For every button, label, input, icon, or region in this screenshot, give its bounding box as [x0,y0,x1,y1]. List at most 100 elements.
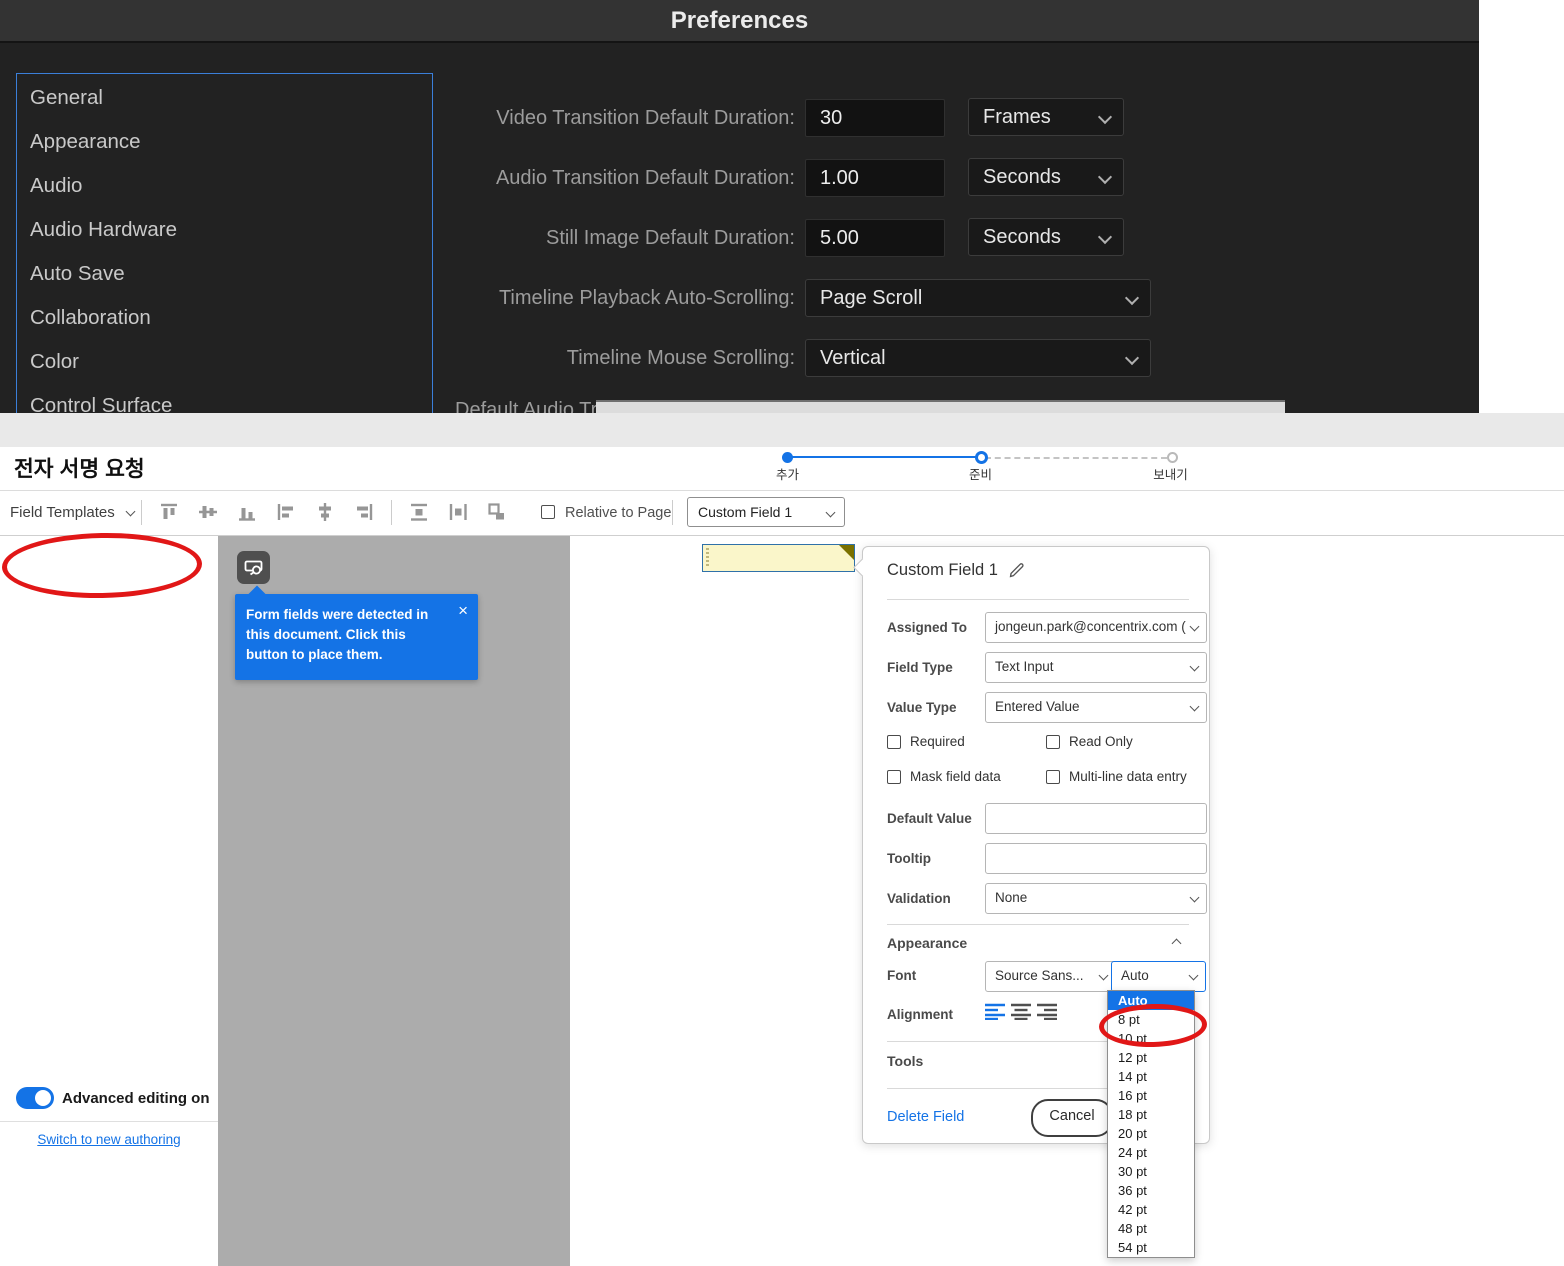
stepper-line-done [791,456,977,458]
font-size-option[interactable]: 8 pt [1108,1010,1194,1029]
mask-field-checkbox[interactable] [887,769,901,784]
align-bottom-icon[interactable] [236,501,258,523]
chevron-down-icon [1097,109,1113,125]
font-size-option[interactable]: 48 pt [1108,1219,1194,1238]
chevron-down-icon [125,506,136,517]
switch-authoring-link[interactable]: Switch to new authoring [0,1132,218,1147]
audio-transition-value-input[interactable]: 1.00 [805,159,945,197]
still-image-unit-value: Seconds [983,226,1061,248]
align-text-center-icon[interactable] [1011,1003,1031,1020]
custom-field-placed[interactable] [702,544,855,572]
video-transition-label: Video Transition Default Duration: [496,107,795,129]
match-size-icon[interactable] [486,501,508,523]
align-left-icon[interactable] [275,501,297,523]
font-size-option[interactable]: 42 pt [1108,1200,1194,1219]
value-type-select[interactable]: Entered Value [985,692,1207,723]
step-dot-send [1167,452,1178,463]
video-transition-value-input[interactable]: 30 [805,99,945,137]
field-type-value: Text Input [995,659,1054,674]
screenshot-root: Preferences General Appearance Audio Aud… [0,0,1564,1266]
still-image-unit-select[interactable]: Seconds [968,218,1124,256]
field-corner-marker [839,545,854,560]
tooltip-text: Form fields were detected in this docume… [246,607,429,662]
font-size-option[interactable]: 18 pt [1108,1105,1194,1124]
font-size-option[interactable]: 54 pt [1108,1238,1194,1257]
chevron-down-icon [1097,169,1113,185]
advanced-editing-toggle[interactable] [16,1087,54,1109]
drag-handle[interactable] [706,548,709,568]
font-size-option[interactable]: 36 pt [1108,1181,1194,1200]
assigned-to-select[interactable]: jongeun.park@concentrix.com ( [985,612,1207,643]
tooltip-input[interactable] [985,843,1207,874]
distribute-horizontal-icon[interactable] [408,501,430,523]
value-type-label: Value Type [887,700,957,715]
prefs-category-control-surface[interactable]: Control Surface [17,384,432,413]
font-size-option[interactable]: 12 pt [1108,1048,1194,1067]
validation-select[interactable]: None [985,883,1207,914]
read-only-label: Read Only [1069,734,1133,749]
step-label-add: 추가 [775,468,799,482]
font-size-select[interactable]: Auto [1111,961,1206,992]
required-checkbox[interactable] [887,734,901,749]
chevron-up-icon[interactable] [1171,938,1182,949]
cancel-button[interactable]: Cancel [1031,1099,1113,1137]
detect-fields-button[interactable] [237,551,270,584]
read-only-checkbox[interactable] [1046,734,1060,749]
assigned-to-label: Assigned To [887,620,968,635]
tools-section-label[interactable]: Tools [887,1053,923,1069]
delete-field-link[interactable]: Delete Field [887,1109,964,1125]
align-right-icon[interactable] [353,501,375,523]
timeline-mouse-select[interactable]: Vertical [805,339,1151,377]
chevron-down-icon [1189,661,1200,672]
audio-transition-unit-value: Seconds [983,166,1061,188]
font-size-option[interactable]: 16 pt [1108,1086,1194,1105]
divider [887,924,1189,925]
preferences-title: Preferences [0,0,1479,43]
still-image-value-input[interactable]: 5.00 [805,219,945,257]
mask-field-label: Mask field data [910,769,1001,784]
required-label: Required [910,734,965,749]
align-text-right-icon[interactable] [1037,1003,1057,1020]
appearance-section-label[interactable]: Appearance [887,935,967,951]
timeline-mouse-value: Vertical [820,347,886,369]
chevron-down-icon [1188,970,1199,981]
font-size-value: Auto [1121,968,1149,983]
font-size-option[interactable]: 24 pt [1108,1143,1194,1162]
tooltip-field-label: Tooltip [887,851,931,866]
multiline-checkbox[interactable] [1046,769,1060,784]
relative-to-page-checkbox[interactable] [541,505,555,519]
field-type-select[interactable]: Text Input [985,652,1207,683]
align-top-icon[interactable] [158,501,180,523]
panel-title: Custom Field 1 [887,561,998,579]
align-text-left-icon[interactable] [985,1003,1005,1020]
font-size-option[interactable]: 30 pt [1108,1162,1194,1181]
edit-pencil-icon[interactable] [1008,562,1025,579]
video-transition-unit-select[interactable]: Frames [968,98,1124,136]
still-image-label: Still Image Default Duration: [545,227,795,249]
divider [0,1121,218,1122]
font-family-select[interactable]: Source Sans... [985,961,1116,992]
default-value-input[interactable] [985,803,1207,834]
video-transition-unit-value: Frames [983,106,1051,128]
font-size-option[interactable]: 10 pt [1108,1029,1194,1048]
font-size-option[interactable]: 20 pt [1108,1124,1194,1143]
chevron-down-icon [1124,350,1140,366]
audio-transition-unit-select[interactable]: Seconds [968,158,1124,196]
align-horizontal-center-icon[interactable] [314,501,336,523]
assigned-to-value: jongeun.park@concentrix.com ( [995,619,1186,634]
chevron-down-icon [1098,970,1109,981]
divider [141,500,142,525]
font-label: Font [887,968,917,983]
font-family-value: Source Sans... [995,968,1084,983]
timeline-playback-select[interactable]: Page Scroll [805,279,1151,317]
distribute-vertical-icon[interactable] [447,501,469,523]
chevron-down-icon [1189,701,1200,712]
font-size-option[interactable]: Auto [1108,991,1194,1010]
toggle-knob [35,1090,51,1106]
field-navigator-select[interactable]: Custom Field 1 [687,497,845,527]
align-vertical-center-icon[interactable] [197,501,219,523]
chevron-down-icon [1097,229,1113,245]
tooltip-close-icon[interactable]: × [458,602,468,619]
field-templates-dropdown[interactable]: Field Templates [10,504,136,521]
font-size-option[interactable]: 14 pt [1108,1067,1194,1086]
